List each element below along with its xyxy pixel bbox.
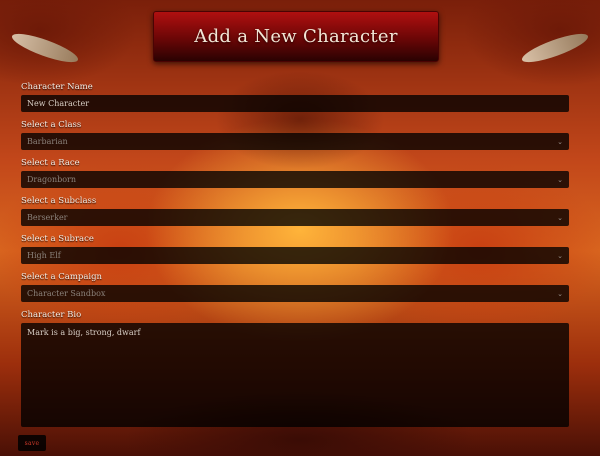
class-select-value: Barbarian [27,137,68,146]
save-button[interactable]: save [18,435,46,451]
class-select[interactable]: Barbarian ⌄ [21,133,569,150]
character-bio-label: Character Bio [21,310,82,320]
chevron-down-icon: ⌄ [557,213,563,222]
chevron-down-icon: ⌄ [557,251,563,260]
class-select-label: Select a Class [21,120,82,130]
character-name-label: Character Name [21,82,93,92]
campaign-select-value: Character Sandbox [27,289,106,298]
character-bio-textarea[interactable]: Mark is a big, strong, dwarf [21,323,569,427]
campaign-select-label: Select a Campaign [21,272,103,282]
campaign-select[interactable]: Character Sandbox ⌄ [21,285,569,302]
character-name-input[interactable]: New Character [21,95,569,112]
race-select[interactable]: Dragonborn ⌄ [21,171,569,188]
subclass-select-label: Select a Subclass [21,196,97,206]
chevron-down-icon: ⌄ [557,289,563,298]
subclass-select-value: Berserker [27,213,68,222]
race-select-label: Select a Race [21,158,80,168]
subrace-select-label: Select a Subrace [21,234,94,244]
character-bio-value: Mark is a big, strong, dwarf [27,328,141,337]
page-title: Add a New Character [194,26,398,47]
background-horn-decoration [9,28,81,68]
character-name-value: New Character [27,99,90,108]
background-horn-decoration [519,28,591,68]
subrace-select[interactable]: High Elf ⌄ [21,247,569,264]
page-title-banner: Add a New Character [153,11,439,62]
chevron-down-icon: ⌄ [557,137,563,146]
race-select-value: Dragonborn [27,175,77,184]
chevron-down-icon: ⌄ [557,175,563,184]
subrace-select-value: High Elf [27,251,61,260]
subclass-select[interactable]: Berserker ⌄ [21,209,569,226]
